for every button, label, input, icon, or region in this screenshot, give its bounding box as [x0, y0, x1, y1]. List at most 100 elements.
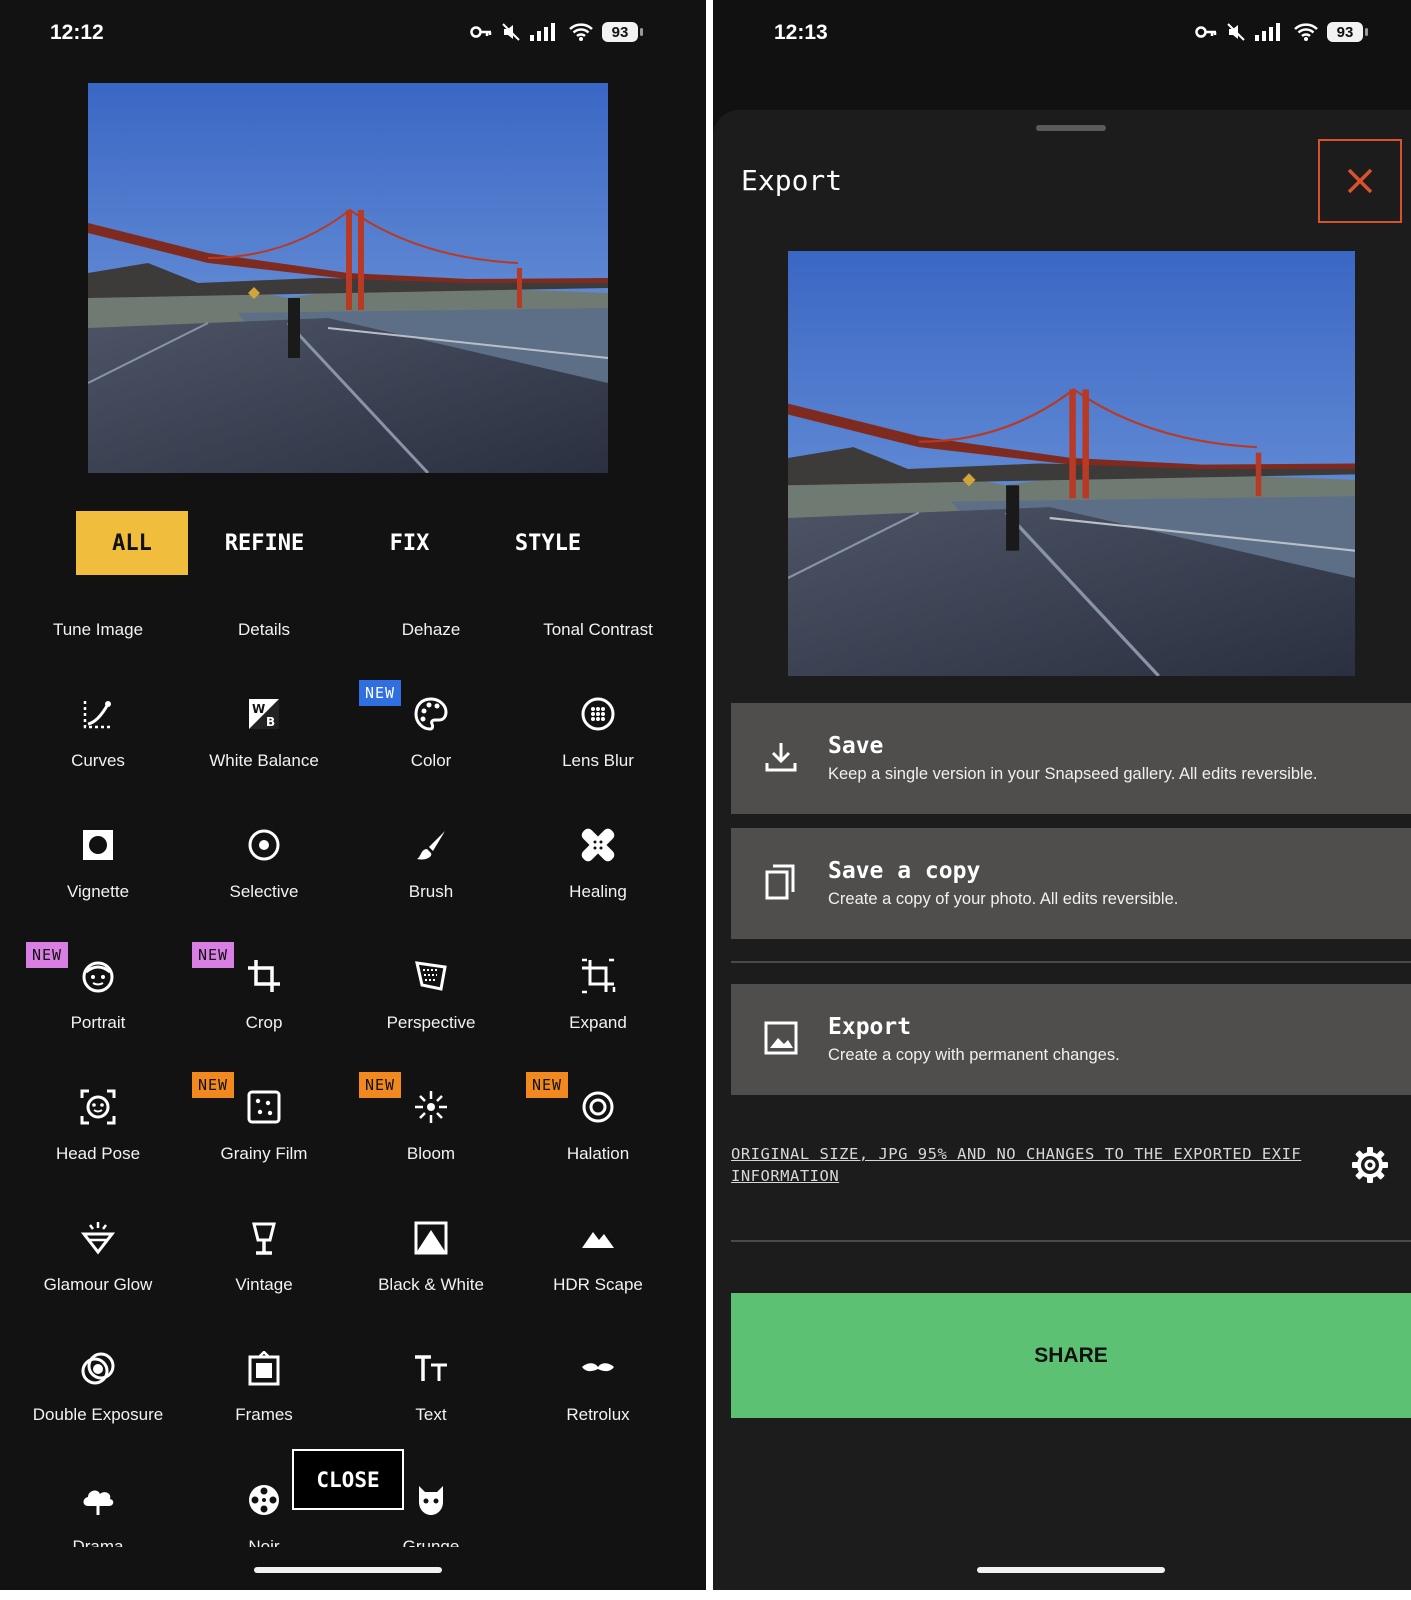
tool-tonal-contrast[interactable]: Tonal Contrast	[515, 621, 681, 639]
text-icon	[411, 1349, 451, 1389]
mustache-icon	[578, 1349, 618, 1389]
tool-label-vintage: Vintage	[235, 1275, 293, 1294]
tool-label-frames: Frames	[235, 1405, 293, 1424]
glamour-glow-icon	[78, 1218, 118, 1258]
black-white-icon	[411, 1218, 451, 1258]
tool-label-brush: Brush	[408, 882, 454, 901]
halation-icon	[578, 1087, 618, 1127]
tool-label-portrait: Portrait	[70, 1013, 126, 1032]
svg-text:B: B	[266, 715, 275, 729]
download-icon	[765, 743, 797, 772]
tool-label-color: Color	[410, 751, 452, 770]
mountain-icon	[578, 1218, 618, 1258]
tool-label-halation: Halation	[566, 1144, 630, 1163]
sheet-grabber[interactable]	[1036, 125, 1106, 131]
healing-icon	[578, 825, 618, 865]
expand-icon	[578, 956, 618, 996]
sheet-title: Export	[741, 164, 843, 197]
tool-label-vignette: Vignette	[66, 882, 130, 901]
photo-preview[interactable]	[88, 83, 608, 473]
tool-details[interactable]: Details	[181, 621, 347, 639]
film-reel-icon	[244, 1480, 284, 1520]
brush-icon	[411, 825, 451, 865]
copy-icon	[765, 864, 795, 900]
tool-label-retrolux: Retrolux	[566, 1405, 630, 1424]
export-option[interactable]: Export Create a copy with permanent chan…	[731, 984, 1411, 1095]
status-bar: 12:13 93	[713, 18, 1411, 52]
editor-screen: 12:12 93 ALL REFINE FIX STYLE Tune Image…	[0, 0, 706, 1590]
cloud-icon	[78, 1480, 118, 1520]
export-screen: 12:13 93 Export Save Keep a single versi…	[713, 0, 1411, 1590]
tool-label-text: Text	[415, 1405, 447, 1424]
grainy-film-icon	[244, 1087, 284, 1127]
close-button[interactable]: CLOSE	[292, 1449, 404, 1510]
grunge-icon	[411, 1480, 451, 1520]
lens-blur-icon	[578, 694, 618, 734]
tool-dehaze[interactable]: Dehaze	[348, 621, 514, 639]
tab-style[interactable]: STYLE	[478, 511, 618, 575]
tool-tune-image[interactable]: Tune Image	[15, 621, 181, 639]
tool-label-selective: Selective	[229, 882, 299, 901]
portrait-icon	[78, 956, 118, 996]
save-option[interactable]: Save Keep a single version in your Snaps…	[731, 703, 1411, 814]
tab-fix[interactable]: FIX	[341, 511, 478, 575]
tool-label-black-white: Black & White	[378, 1275, 484, 1294]
tool-label-lens-blur: Lens Blur	[562, 751, 634, 770]
signal-icon	[1255, 23, 1280, 41]
share-button[interactable]: SHARE	[731, 1293, 1411, 1418]
close-icon	[1347, 168, 1373, 194]
tool-label-perspective: Perspective	[386, 1013, 476, 1032]
divider	[731, 961, 1411, 963]
wifi-icon	[569, 23, 593, 41]
tool-label-curves: Curves	[71, 751, 125, 770]
filter-tabs: ALL REFINE FIX STYLE	[76, 511, 618, 575]
save-option-description: Keep a single version in your Snapseed g…	[828, 765, 1318, 783]
save-option-title: Save	[828, 733, 884, 759]
tool-label-bloom: Bloom	[406, 1144, 456, 1163]
tool-label-expand: Expand	[569, 1013, 627, 1032]
vignette-icon	[78, 825, 118, 865]
mute-icon	[1227, 23, 1245, 41]
tool-label-crop: Crop	[245, 1013, 283, 1032]
golden-gate-photo	[88, 83, 608, 473]
svg-text:W: W	[252, 702, 265, 716]
home-indicator[interactable]	[977, 1567, 1165, 1573]
frames-icon	[244, 1349, 284, 1389]
signal-icon	[530, 23, 555, 41]
vpn-key-icon	[470, 26, 492, 38]
perspective-icon	[411, 956, 451, 996]
save-copy-option[interactable]: Save a copy Create a copy of your photo.…	[731, 828, 1411, 939]
tool-label-hdr-scape: HDR Scape	[553, 1275, 643, 1294]
close-sheet-button[interactable]	[1318, 139, 1402, 223]
gear-icon[interactable]	[1350, 1145, 1390, 1185]
curves-icon	[78, 694, 118, 734]
golden-gate-photo	[788, 251, 1355, 676]
tool-label-double-exposure: Double Exposure	[32, 1405, 164, 1424]
mute-icon	[502, 23, 520, 41]
vpn-key-icon	[1195, 26, 1217, 38]
export-settings-link[interactable]: ORIGINAL SIZE, JPG 95% AND NO CHANGES TO…	[731, 1143, 1311, 1187]
save-copy-option-title: Save a copy	[828, 858, 981, 884]
selective-icon	[244, 825, 284, 865]
tool-label-grainy-film: Grainy Film	[220, 1144, 308, 1163]
tool-label-head-pose: Head Pose	[55, 1144, 141, 1163]
status-bar: 12:12 93	[0, 18, 706, 52]
tab-refine[interactable]: REFINE	[188, 511, 341, 575]
double-exposure-icon	[78, 1349, 118, 1389]
head-pose-icon	[78, 1087, 118, 1127]
export-photo-preview	[788, 251, 1355, 676]
status-time: 12:13	[774, 21, 828, 44]
battery-indicator: 93	[602, 22, 643, 42]
crop-icon	[244, 956, 284, 996]
wifi-icon	[1294, 23, 1318, 41]
status-time: 12:12	[50, 21, 104, 44]
export-option-title: Export	[828, 1014, 912, 1040]
bloom-icon	[411, 1087, 451, 1127]
vintage-lamp-icon	[244, 1218, 284, 1258]
export-sheet: Export Save Keep a single version in you…	[713, 110, 1411, 1590]
home-indicator[interactable]	[254, 1567, 442, 1573]
image-icon	[764, 1021, 798, 1055]
tab-all[interactable]: ALL	[76, 511, 188, 575]
tool-label-glamour-glow: Glamour Glow	[43, 1275, 153, 1294]
save-copy-option-description: Create a copy of your photo. All edits r…	[828, 890, 1179, 908]
